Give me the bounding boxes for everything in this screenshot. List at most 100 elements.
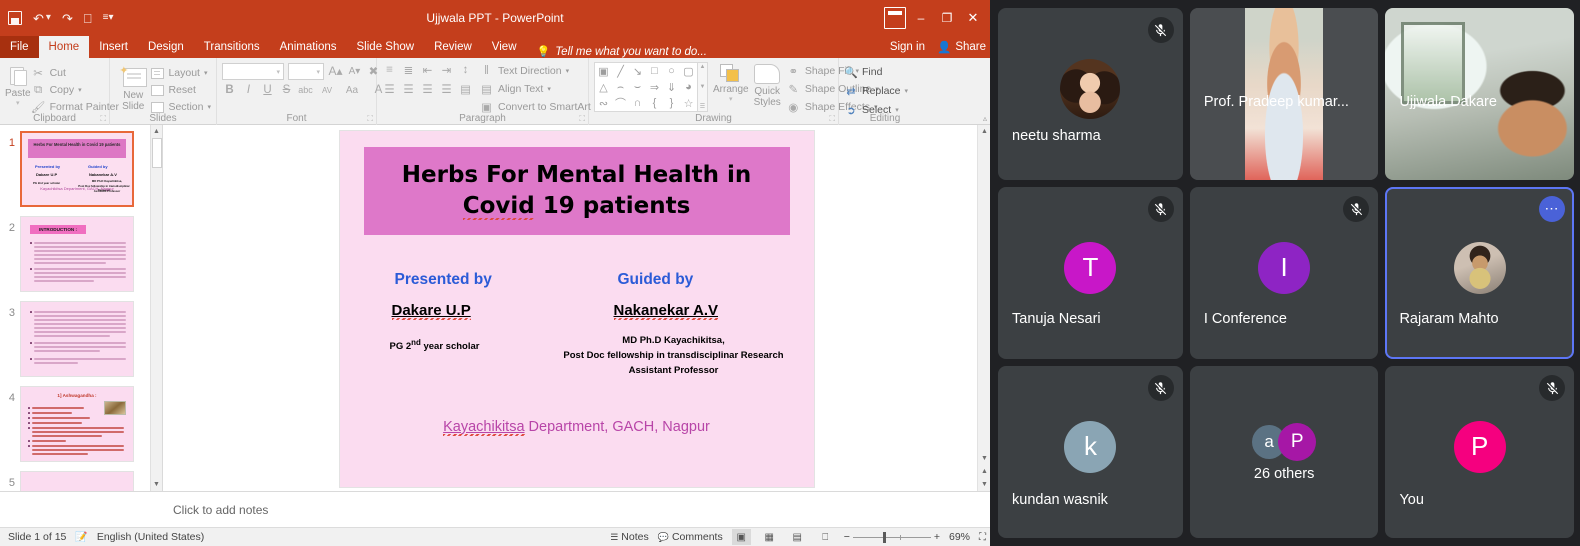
tab-slide-show[interactable]: Slide Show [347,36,425,58]
tab-review[interactable]: Review [424,36,482,58]
restore-button[interactable]: ❐ [934,5,960,31]
tab-animations[interactable]: Animations [270,36,347,58]
rounded-rect-shape-icon[interactable]: ▢ [683,65,693,78]
slide-thumbnail-image[interactable]: INTRODUCTION : [20,216,134,292]
tab-insert[interactable]: Insert [89,36,138,58]
collapse-ribbon-icon[interactable]: ▵ [983,114,987,123]
increase-indent-icon[interactable]: ⇥ [439,63,454,77]
down-arrow-shape-icon[interactable]: ⇓ [667,81,676,94]
participant-tile-you[interactable]: P You [1385,366,1574,538]
decrease-font-size-icon[interactable]: A▾ [347,66,362,77]
zoom-knob[interactable] [882,531,886,543]
notes-button[interactable]: ☰ Notes [610,531,649,543]
numbering-icon[interactable]: ≣ [401,63,416,77]
tab-home[interactable]: Home [38,36,90,58]
copy-button[interactable]: ⧉ Copy ▾ [31,82,119,98]
freeform-shape-icon[interactable]: ∾ [599,97,608,110]
slide-thumbnail-image[interactable] [20,471,134,491]
slide-show-view-button[interactable]: ⎕ [816,529,835,545]
clipboard-dialog-launcher[interactable]: ⛶ [100,114,106,124]
slide-thumbnail-5[interactable]: 5 [0,471,150,491]
more-options-icon[interactable]: ⋯ [1539,196,1565,222]
left-brace-shape-icon[interactable]: { [653,97,657,109]
columns-icon[interactable]: ▤ [458,82,473,96]
participant-tile-ujjwala-dakare[interactable]: Ujjwala Dakare [1385,8,1574,180]
presenter-subtitle[interactable]: PG 2nd year scholar [390,335,480,354]
textbox-shape-icon[interactable]: ▣ [598,65,608,78]
shapes-gallery-scrollbar[interactable]: ▲ ▼ ☰ [698,62,708,112]
reset-button[interactable]: Reset [151,82,211,98]
quick-styles-button[interactable]: Quick Styles [754,62,781,108]
zoom-out-button[interactable]: − [844,531,850,543]
italic-icon[interactable]: I [241,84,256,96]
presented-by-heading[interactable]: Presented by [395,271,492,289]
drawing-dialog-launcher[interactable]: ⛶ [829,114,835,124]
line-shape-icon[interactable]: ╱ [617,65,624,78]
guide-subtitle[interactable]: MD Ph.D Kayachikitsa, Post Doc fellowshi… [540,333,808,378]
bullets-icon[interactable]: ≡ [382,64,397,76]
zoom-in-button[interactable]: + [934,531,940,543]
right-arrow-shape-icon[interactable]: ⇒ [650,81,659,94]
triangle-shape-icon[interactable]: △ [599,81,607,94]
participant-tile-rajaram-mahto[interactable]: ⋯ Rajaram Mahto [1385,187,1574,359]
text-direction-button[interactable]: ‖ Text Direction ▾ [479,63,598,79]
slide-thumbnail-image[interactable]: 1] Ashwagandha : [20,386,134,462]
participant-tile-kundan-wasnik[interactable]: k kundan wasnik [998,366,1183,538]
layout-button[interactable]: Layout ▾ [151,65,211,81]
department-line[interactable]: Kayachikitsa Department, GACH, Nagpur [340,419,814,436]
tell-me-search[interactable]: 💡 Tell me what you want to do... [527,45,707,59]
bold-icon[interactable]: B [222,84,237,96]
replace-button[interactable]: ⇄ Replace ▾ [844,83,908,99]
participant-tile-pradeep-kumar[interactable]: Prof. Pradeep kumar... [1189,8,1379,180]
reading-view-button[interactable]: ▤ [788,529,807,545]
scroll-up-icon[interactable]: ▲ [978,125,991,138]
increase-font-size-icon[interactable]: A▴ [328,64,343,78]
slide-canvas[interactable]: Herbs For Mental Health in Covid 19 pati… [339,131,814,487]
language-label[interactable]: English (United States) [97,531,204,543]
guided-by-heading[interactable]: Guided by [618,271,694,289]
sign-in-link[interactable]: Sign in [890,41,925,53]
new-slide-button[interactable]: ✦ New Slide [115,62,151,112]
tab-design[interactable]: Design [138,36,194,58]
normal-view-button[interactable]: ▣ [731,529,751,545]
font-size-input[interactable]: ▾ [288,62,324,80]
close-button[interactable]: ✕ [960,5,986,31]
shapes-gallery[interactable]: ▣ ╱ ↘ □ ○ ▢ △ ⌢ ⌣ ⇒ ⇓ ◕ ∾ ⌒ ∩ {} ☆ [594,62,698,112]
ribbon-display-options-button[interactable] [882,5,908,31]
share-button[interactable]: 👤 Share [937,40,986,54]
decrease-indent-icon[interactable]: ⇤ [420,63,435,77]
guide-name[interactable]: Nakanekar A.V [613,302,719,320]
zoom-slider[interactable]: − + [844,531,940,543]
pie-shape-icon[interactable]: ◕ [685,81,692,93]
rectangle-shape-icon[interactable]: □ [651,65,658,77]
scroll-up-icon[interactable]: ▲ [153,125,160,138]
scroll-down-icon[interactable]: ▼ [153,478,160,491]
slide-thumbnail-2[interactable]: 2 INTRODUCTION : [0,216,150,292]
align-left-icon[interactable]: ☰ [382,82,397,96]
comments-button[interactable]: 💬 Comments [658,531,723,543]
zoom-level-label[interactable]: 69% [949,531,970,543]
line-spacing-icon[interactable]: ↕ [458,64,473,76]
cut-button[interactable]: ✂ Cut [31,65,119,81]
find-button[interactable]: 🔍 Find [844,64,908,80]
participant-tile-others[interactable]: a P 26 others [1189,366,1379,538]
notes-pane[interactable]: Click to add notes [0,491,990,527]
curve-shape-icon[interactable]: ⌒ [615,95,626,111]
fit-to-window-button[interactable]: ⛶ [979,532,986,543]
slide-sorter-view-button[interactable]: ▦ [760,529,779,545]
elbow-arrow-icon[interactable]: ⌣ [634,81,641,94]
slide-thumbnail-list[interactable]: 1 Herbs For Mental Health in Covid 19 pa… [0,125,150,491]
font-name-input[interactable]: ▾ [222,62,284,80]
tab-view[interactable]: View [482,36,527,58]
tab-transitions[interactable]: Transitions [194,36,270,58]
star-shape-icon[interactable]: ☆ [684,97,694,110]
scrollbar-thumb[interactable] [152,138,162,168]
thumbnail-scrollbar[interactable]: ▲ ▼ [150,125,162,491]
shapes-more-icon[interactable]: ☰ [700,103,705,110]
paragraph-dialog-launcher[interactable]: ⛶ [579,114,585,124]
text-shadow-icon[interactable]: abc [298,85,313,95]
next-slide-icon[interactable]: ▼ [978,478,991,491]
oval-shape-icon[interactable]: ○ [668,65,675,77]
justify-icon[interactable]: ☰ [439,82,454,96]
scroll-up-icon[interactable]: ▲ [700,64,706,70]
